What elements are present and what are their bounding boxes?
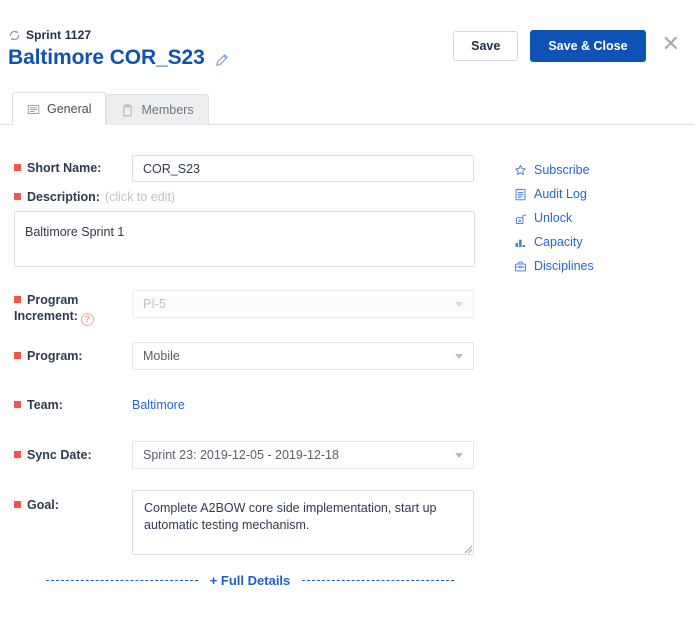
program-increment-label: Program Increment:? — [14, 292, 132, 326]
panel-header: Sprint 1127 Baltimore COR_S23 Save Save … — [0, 0, 695, 88]
pencil-icon[interactable] — [214, 53, 229, 68]
required-marker — [14, 164, 21, 171]
required-marker — [14, 501, 21, 508]
divider-left — [45, 580, 198, 581]
breadcrumb-label: Sprint 1127 — [26, 28, 92, 42]
description-textarea[interactable]: Baltimore Sprint 1 — [14, 211, 475, 267]
star-icon — [515, 164, 526, 175]
sidebar-item-label: Disciplines — [534, 259, 594, 273]
close-icon[interactable]: ✕ — [660, 33, 682, 55]
full-details-footer: + Full Details — [0, 573, 500, 588]
short-name-label: Short Name: — [14, 160, 126, 176]
program-value: Mobile — [143, 349, 180, 363]
goal-textarea[interactable]: Complete A2BOW core side implementation,… — [132, 490, 474, 555]
short-name-input[interactable] — [132, 155, 474, 182]
briefcase-icon — [514, 261, 527, 271]
program-increment-value: PI-5 — [143, 297, 166, 311]
chevron-down-icon — [455, 301, 463, 307]
sidebar-item-label: Audit Log — [534, 187, 587, 201]
sidebar-item-label: Capacity — [534, 235, 583, 249]
required-marker — [14, 296, 21, 303]
full-details-link[interactable]: + Full Details — [210, 573, 291, 588]
sprint-detail-panel: Sprint 1127 Baltimore COR_S23 Save Save … — [0, 0, 695, 626]
program-increment-select: PI-5 — [132, 290, 474, 318]
program-select[interactable]: Mobile — [132, 342, 474, 370]
tab-bar: General Members — [12, 92, 209, 126]
sidebar-item-disciplines[interactable]: Disciplines — [514, 254, 689, 278]
bar-chart-icon — [515, 239, 526, 247]
description-label: Description: (click to edit) — [14, 189, 334, 205]
save-button[interactable]: Save — [453, 31, 519, 61]
sync-date-label: Sync Date: — [14, 447, 126, 463]
sidebar-item-label: Subscribe — [534, 163, 590, 177]
action-links-panel: Subscribe Audit Log Unlock Capacity Disc… — [514, 158, 689, 278]
program-label: Program: — [14, 348, 126, 364]
sync-date-select[interactable]: Sprint 23: 2019-12-05 - 2019-12-18 — [132, 441, 474, 469]
sidebar-item-label: Unlock — [534, 211, 573, 225]
question-circle-icon[interactable]: ? — [80, 313, 94, 326]
tab-general-label: General — [47, 102, 92, 116]
page-title: Baltimore COR_S23 — [8, 46, 205, 69]
save-and-close-button[interactable]: Save & Close — [530, 30, 646, 62]
chevron-down-icon — [455, 452, 463, 458]
tab-members-label: Members — [141, 103, 194, 117]
sidebar-item-unlock[interactable]: Unlock — [514, 206, 689, 230]
required-marker — [14, 401, 21, 408]
chevron-down-icon — [455, 353, 463, 359]
team-link[interactable]: Baltimore — [132, 397, 185, 413]
sync-date-value: Sprint 23: 2019-12-05 - 2019-12-18 — [143, 448, 339, 462]
goal-label: Goal: — [14, 497, 126, 513]
description-hint: (click to edit) — [104, 190, 176, 204]
breadcrumb: Sprint 1127 — [8, 27, 229, 43]
cycle-icon — [9, 29, 20, 41]
divider-right — [302, 580, 455, 581]
required-marker — [14, 451, 21, 458]
team-label: Team: — [14, 397, 126, 413]
sidebar-item-subscribe[interactable]: Subscribe — [514, 158, 689, 182]
required-marker — [14, 352, 21, 359]
sidebar-item-audit-log[interactable]: Audit Log — [514, 182, 689, 206]
tab-general[interactable]: General — [12, 92, 107, 126]
open-padlock-icon — [515, 214, 527, 224]
notepad-icon — [515, 188, 526, 200]
panel-body: Short Name: Description:(click to edit) … — [0, 125, 695, 626]
header-title-block: Sprint 1127 Baltimore COR_S23 — [8, 27, 229, 71]
document-lines-icon — [27, 104, 40, 114]
clipboard-icon — [123, 103, 133, 116]
sidebar-item-capacity[interactable]: Capacity — [514, 230, 689, 254]
header-actions: Save Save & Close ✕ — [453, 30, 682, 62]
title-row: Baltimore COR_S23 — [8, 45, 229, 71]
tab-members[interactable]: Members — [106, 94, 209, 125]
required-marker — [14, 193, 21, 200]
